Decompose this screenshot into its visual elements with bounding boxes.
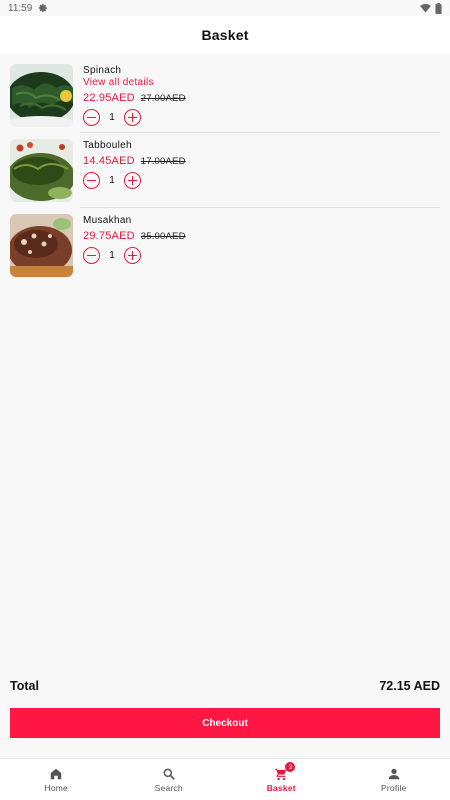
item-quantity: 1 [109, 112, 115, 123]
quantity-stepper: 1 [83, 247, 186, 264]
status-time: 11:59 [8, 2, 33, 14]
status-bar: 11:59 [0, 0, 450, 16]
view-details-link[interactable]: View all details [83, 77, 186, 89]
page-title: Basket [201, 27, 249, 43]
nav-item-profile[interactable]: Profile [338, 759, 450, 800]
item-price: 22.95AED [83, 92, 135, 104]
increase-quantity-button[interactable] [124, 247, 141, 264]
wifi-icon [420, 3, 431, 13]
search-icon [163, 768, 175, 780]
basket-item: Spinach View all details 22.95AED 27.00A… [0, 58, 450, 133]
spinach-photo [10, 64, 73, 127]
nav-label: Home [44, 782, 68, 793]
item-name: Spinach [83, 65, 122, 76]
item-quantity: 1 [109, 250, 115, 261]
quantity-stepper: 1 [83, 109, 186, 126]
home-icon [51, 768, 62, 779]
checkout-button[interactable]: Checkout [10, 708, 440, 738]
quantity-stepper: 1 [83, 172, 186, 189]
item-quantity: 1 [109, 175, 115, 186]
item-old-price: 17.00AED [140, 156, 186, 167]
battery-icon [435, 2, 442, 14]
decrease-quantity-button[interactable] [83, 247, 100, 264]
nav-item-search[interactable]: Search [113, 759, 226, 800]
item-name: Musakhan [83, 215, 132, 226]
person-icon [388, 768, 399, 779]
item-old-price: 35.00AED [140, 231, 186, 242]
item-name: Tabbouleh [83, 140, 132, 151]
total-label: Total [10, 679, 39, 693]
nav-label: Search [154, 782, 183, 793]
musakhan-photo [10, 214, 73, 277]
nav-label: Basket [266, 782, 296, 793]
app-header: Basket [0, 16, 450, 54]
tabbouleh-photo [10, 139, 73, 202]
basket-item: Musakhan 29.75AED 35.00AED 1 [0, 208, 450, 283]
cart-count-badge: 3 [285, 762, 296, 772]
total-row: Total 72.15 AED [10, 676, 440, 696]
nav-item-basket[interactable]: 3 Basket [225, 759, 338, 800]
item-price: 14.45AED [83, 155, 135, 167]
nav-label: Profile [381, 782, 407, 793]
decrease-quantity-button[interactable] [83, 109, 100, 126]
increase-quantity-button[interactable] [124, 172, 141, 189]
total-value: 72.15 AED [379, 679, 440, 693]
nav-item-home[interactable]: Home [0, 759, 113, 800]
bottom-nav: Home Search 3 Basket Profile [0, 758, 450, 800]
basket-list: Spinach View all details 22.95AED 27.00A… [0, 58, 450, 283]
decrease-quantity-button[interactable] [83, 172, 100, 189]
gear-icon [39, 3, 48, 13]
increase-quantity-button[interactable] [124, 109, 141, 126]
basket-item: Tabbouleh 14.45AED 17.00AED 1 [0, 133, 450, 208]
item-old-price: 27.00AED [140, 93, 186, 104]
item-price: 29.75AED [83, 230, 135, 242]
